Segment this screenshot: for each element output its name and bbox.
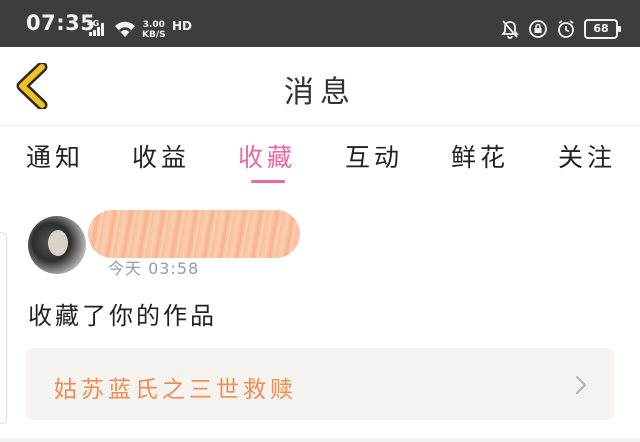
bottom-divider bbox=[0, 438, 640, 442]
work-title: 姑苏蓝氏之三世救赎 bbox=[54, 377, 297, 403]
network-speed: 3.00 KB/S bbox=[142, 20, 166, 40]
tab-bar: 通知 收益 收藏 互动 鲜花 关注 bbox=[0, 125, 640, 192]
wifi-icon bbox=[115, 21, 135, 37]
tab-flowers[interactable]: 鲜花 bbox=[451, 138, 509, 174]
signal-icon bbox=[89, 23, 104, 36]
left-edge-handle bbox=[0, 232, 7, 424]
alarm-icon bbox=[558, 20, 574, 38]
app-header: 消息 bbox=[0, 47, 640, 125]
tab-notifications[interactable]: 通知 bbox=[26, 138, 84, 174]
tab-favorites[interactable]: 收藏 bbox=[238, 138, 296, 174]
screen: 07:35 4G 3.00 KB/S HD 68 消息 通知 收益 收藏 互动 … bbox=[0, 0, 640, 442]
avatar-face bbox=[48, 230, 68, 256]
tab-follows[interactable]: 关注 bbox=[558, 138, 616, 174]
network-speed-value: 3.00 bbox=[142, 20, 165, 30]
tab-interactions[interactable]: 互动 bbox=[345, 138, 403, 174]
notification-message: 收藏了你的作品 bbox=[28, 302, 217, 330]
network-speed-unit: KB/S bbox=[142, 30, 166, 40]
hd-indicator: HD bbox=[172, 19, 193, 33]
mute-icon bbox=[501, 20, 519, 39]
page-title: 消息 bbox=[284, 75, 356, 110]
work-link-card[interactable]: 姑苏蓝氏之三世救赎 bbox=[26, 348, 614, 420]
status-bar: 07:35 4G 3.00 KB/S HD 68 bbox=[0, 0, 640, 47]
tab-earnings[interactable]: 收益 bbox=[132, 138, 190, 174]
avatar[interactable] bbox=[28, 216, 86, 274]
battery-icon: 68 bbox=[584, 19, 621, 39]
chevron-right-icon bbox=[575, 375, 587, 395]
notification-time: 今天 03:58 bbox=[108, 259, 200, 278]
status-time: 07:35 bbox=[26, 11, 96, 35]
username-redacted bbox=[88, 210, 300, 258]
lock-rotation-icon bbox=[529, 20, 547, 38]
active-tab-indicator bbox=[251, 180, 285, 183]
status-right-icons: 68 bbox=[500, 19, 621, 39]
